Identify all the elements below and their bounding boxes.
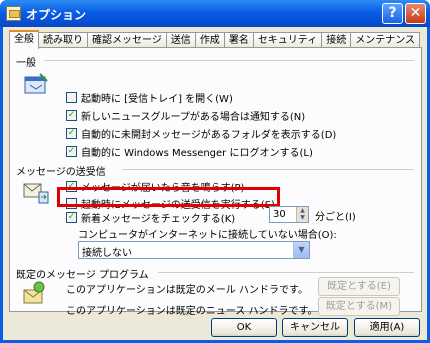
interval-value[interactable]: 30 xyxy=(273,209,286,220)
general-heading: 一般 xyxy=(16,58,36,69)
open-inbox-label: 起動時に [受信トレイ] を開く(W) xyxy=(81,94,233,105)
open-inbox-checkbox[interactable] xyxy=(66,92,77,103)
notify-newsgroups-label: 新しいニュースグループがある場合は通知する(N) xyxy=(81,112,306,123)
messenger-logon-label: 自動的に Windows Messenger にログオンする(L) xyxy=(81,148,313,159)
mail-handler-text: このアプリケーションは既定のメール ハンドラです。 xyxy=(66,285,308,296)
check-new-messages-checkbox[interactable]: ✓ xyxy=(66,212,77,223)
help-button[interactable]: ? xyxy=(382,3,403,24)
interval-spinner[interactable]: 30 ▲ ▼ xyxy=(269,206,309,223)
notify-newsgroups-checkbox[interactable]: ✓ xyxy=(66,110,77,121)
ok-button[interactable]: OK xyxy=(211,318,277,337)
tab-read[interactable]: 読み取り xyxy=(38,32,88,48)
default-programs-heading: 既定のメッセージ プログラム xyxy=(16,270,149,281)
dialog-client: 全般 読み取り 確認メッセージ 送信 作成 署名 セキュリティ 接続 メンテナン… xyxy=(3,27,427,340)
cancel-button[interactable]: キャンセル xyxy=(282,318,348,337)
tab-connection[interactable]: 接続 xyxy=(321,32,352,48)
tab-send[interactable]: 送信 xyxy=(165,32,196,48)
close-button[interactable]: ✕ xyxy=(405,3,426,24)
tab-receipts[interactable]: 確認メッセージ xyxy=(87,32,167,48)
outlook-express-icon xyxy=(6,6,21,21)
offline-behavior-select[interactable]: 接続しない ▼ xyxy=(78,241,310,259)
option-open-inbox[interactable]: 起動時に [受信トレイ] を開く(W) xyxy=(66,90,233,105)
send-receive-icon xyxy=(23,183,49,204)
chevron-down-icon[interactable]: ▼ xyxy=(293,242,309,258)
general-panel: 一般 起動時に [受信トレイ] を開く(W) ✓ 新しいニュースグループがある場… xyxy=(9,47,422,317)
tab-strip: 全般 読み取り 確認メッセージ 送信 作成 署名 セキュリティ 接続 メンテナン… xyxy=(9,30,421,49)
tab-general[interactable]: 全般 xyxy=(9,30,39,49)
options-dialog: オプション ? ✕ 全般 読み取り 確認メッセージ 送信 作成 署名 セキュリテ… xyxy=(0,0,430,343)
general-separator xyxy=(44,60,414,61)
set-default-mail-button[interactable]: 既定とする(E) xyxy=(318,277,400,296)
show-unread-folders-label: 自動的に未開封メッセージがあるフォルダを表示する(D) xyxy=(81,130,337,141)
news-handler-text-row: このアプリケーションは既定のニュース ハンドラです。 xyxy=(66,302,317,317)
tab-signatures[interactable]: 署名 xyxy=(223,32,254,48)
apply-button[interactable]: 適用(A) xyxy=(354,318,420,337)
default-programs-separator xyxy=(158,272,414,273)
messenger-logon-checkbox[interactable]: ✓ xyxy=(66,146,77,157)
tab-compose[interactable]: 作成 xyxy=(194,32,225,48)
offline-label: コンピュータがインターネットに接続していない場合(O): xyxy=(78,230,337,241)
option-notify-newsgroups[interactable]: ✓ 新しいニュースグループがある場合は通知する(N) xyxy=(66,108,305,123)
send-receive-heading: メッセージの送受信 xyxy=(16,167,106,178)
set-default-news-button[interactable]: 既定とする(M) xyxy=(318,297,400,316)
send-receive-separator xyxy=(122,169,414,170)
highlight-frame xyxy=(57,187,280,207)
interval-unit-label: 分ごと(I) xyxy=(315,212,356,223)
mail-handler-text-row: このアプリケーションは既定のメール ハンドラです。 xyxy=(66,281,308,296)
check-new-messages-label: 新着メッセージをチェックする(K) xyxy=(81,214,236,225)
option-messenger-logon[interactable]: ✓ 自動的に Windows Messenger にログオンする(L) xyxy=(66,144,313,159)
option-check-new-messages[interactable]: ✓ 新着メッセージをチェックする(K) xyxy=(66,210,235,225)
news-handler-text: このアプリケーションは既定のニュース ハンドラです。 xyxy=(66,306,318,317)
title-bar[interactable]: オプション ? ✕ xyxy=(0,0,430,27)
general-settings-icon xyxy=(24,73,48,94)
show-unread-folders-checkbox[interactable]: ✓ xyxy=(66,128,77,139)
offline-label-row: コンピュータがインターネットに接続していない場合(O): xyxy=(78,226,337,241)
window-title: オプション xyxy=(26,8,87,22)
tab-maintenance[interactable]: メンテナンス xyxy=(350,32,421,48)
option-show-unread-folders[interactable]: ✓ 自動的に未開封メッセージがあるフォルダを表示する(D) xyxy=(66,126,336,141)
offline-behavior-value: 接続しない xyxy=(82,248,132,259)
spinner-arrows-icon[interactable]: ▲ ▼ xyxy=(296,207,308,222)
default-program-icon xyxy=(23,281,45,304)
tab-security[interactable]: セキュリティ xyxy=(252,32,323,48)
